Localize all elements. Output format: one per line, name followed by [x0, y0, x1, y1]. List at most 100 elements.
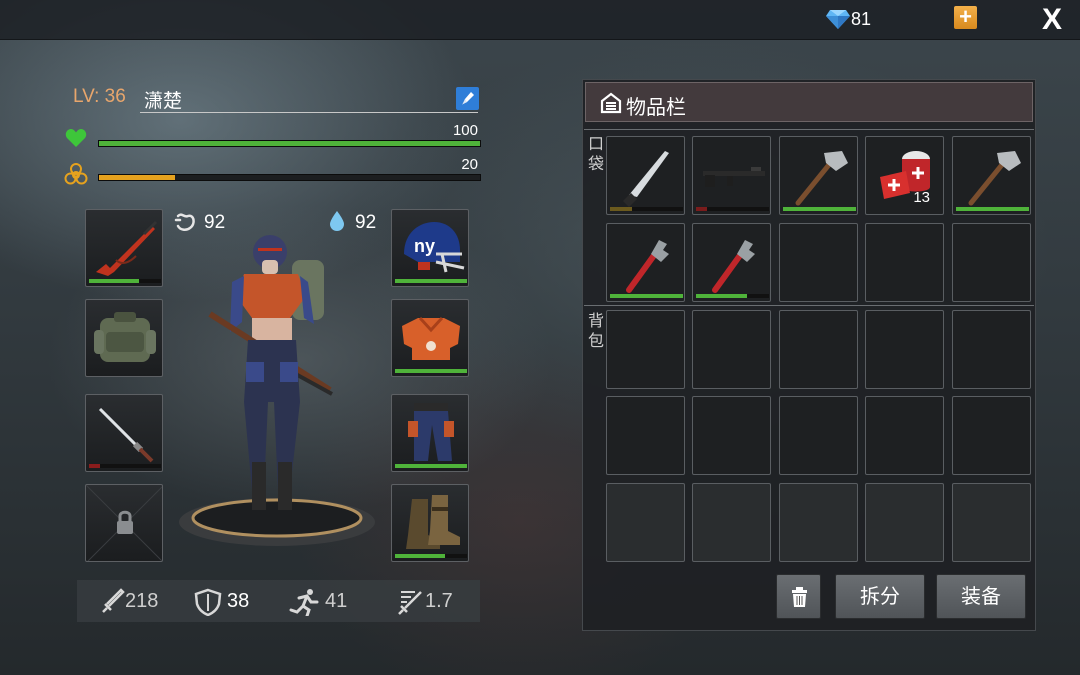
bandage-icon — [880, 151, 930, 199]
trash-icon — [792, 587, 807, 607]
speed-value: 41 — [325, 590, 348, 612]
stats-bar: 218 38 41 1.7 — [77, 580, 480, 622]
gem-icon — [826, 10, 850, 29]
inventory-title: 物品栏 — [626, 97, 686, 119]
inventory-slot[interactable] — [606, 136, 685, 215]
health-value: 100 — [452, 122, 478, 139]
pipe-wrench-icon — [626, 240, 669, 293]
inventory-slot[interactable] — [692, 223, 771, 302]
boots-icon — [406, 495, 460, 549]
backpack-label: 背包 — [587, 313, 604, 350]
durability-bar — [395, 279, 467, 283]
svg-text:ny: ny — [414, 236, 435, 256]
machete-icon — [623, 151, 669, 207]
inventory-slot[interactable] — [606, 223, 685, 302]
inventory-slot[interactable] — [692, 396, 771, 475]
durability-bar — [610, 294, 683, 298]
durability-bar — [395, 369, 467, 373]
backpack-icon — [94, 312, 156, 362]
edit-name-button[interactable] — [456, 87, 479, 110]
durability-bar — [610, 207, 683, 211]
chest-armor-icon — [402, 316, 460, 360]
equip-slot-backpack[interactable] — [85, 299, 163, 377]
equip-slot-locked — [85, 484, 163, 562]
defense-value: 38 — [227, 590, 250, 612]
inventory-slot[interactable] — [692, 483, 771, 562]
durability-bar — [783, 207, 856, 211]
pocket-label: 口袋 — [587, 136, 604, 173]
shield-icon — [194, 588, 222, 616]
inventory-slot[interactable] — [865, 396, 944, 475]
pants-icon — [408, 403, 454, 461]
heart-icon — [65, 129, 87, 147]
equip-button[interactable]: 装备 — [936, 574, 1026, 619]
item-quantity: 13 — [913, 189, 930, 206]
inventory-header: 物品栏 — [585, 82, 1033, 122]
divider — [584, 129, 1034, 130]
inventory-slot[interactable] — [779, 310, 858, 389]
inventory-slot[interactable] — [952, 223, 1031, 302]
health-bar — [98, 140, 481, 147]
inventory-slot[interactable] — [865, 483, 944, 562]
storage-icon — [600, 92, 622, 114]
inventory-slot[interactable] — [779, 396, 858, 475]
level-label: LV: 36 — [73, 86, 126, 107]
katana-icon — [98, 407, 154, 463]
durability-bar — [395, 554, 467, 558]
inventory-slot[interactable] — [692, 310, 771, 389]
top-bar: 81 + X — [0, 0, 1080, 40]
character-model — [179, 235, 375, 546]
durability-bar — [89, 279, 161, 283]
radiation-fill — [99, 175, 176, 180]
inventory-slot[interactable] — [865, 310, 944, 389]
inventory-slot[interactable]: 13 — [865, 136, 944, 215]
durability-bar — [395, 464, 467, 468]
durability-bar — [696, 207, 769, 211]
inventory-slot[interactable] — [606, 310, 685, 389]
equip-slot-helmet[interactable]: ny — [391, 209, 469, 287]
health-fill — [99, 141, 480, 146]
pencil-icon — [462, 92, 474, 105]
equip-slot-melee[interactable] — [85, 394, 163, 472]
biohazard-icon — [64, 163, 88, 185]
attack-speed-value: 1.7 — [425, 590, 453, 612]
attack-speed-icon — [398, 591, 422, 615]
inventory-slot[interactable] — [779, 136, 858, 215]
pipe-wrench-icon — [712, 240, 755, 293]
radiation-value: 20 — [461, 156, 478, 173]
close-button[interactable]: X — [1036, 4, 1068, 36]
equip-slot-chest[interactable] — [391, 299, 469, 377]
sword-icon — [102, 588, 125, 613]
inventory-slot[interactable] — [606, 483, 685, 562]
durability-bar — [89, 464, 161, 468]
running-icon — [289, 589, 319, 616]
gem-count: 81 — [851, 9, 872, 29]
split-button[interactable]: 拆分 — [835, 574, 925, 619]
rifle-icon — [703, 167, 765, 187]
inventory-slot[interactable] — [692, 136, 771, 215]
equip-slot-pants[interactable] — [391, 394, 469, 472]
stone-axe-icon — [968, 151, 1021, 206]
inventory-slot[interactable] — [779, 223, 858, 302]
name-field[interactable]: 潇楚 — [140, 84, 478, 113]
inventory-slot[interactable] — [779, 483, 858, 562]
helmet-icon: ny — [404, 222, 465, 273]
radiation-bar — [98, 174, 481, 181]
lock-icon — [86, 485, 162, 561]
delete-button[interactable] — [776, 574, 821, 619]
inventory-slot[interactable] — [865, 223, 944, 302]
divider — [584, 305, 1034, 306]
inventory-slot[interactable] — [606, 396, 685, 475]
inventory-slot[interactable] — [952, 310, 1031, 389]
durability-bar — [956, 207, 1029, 211]
equip-slot-weapon[interactable] — [85, 209, 163, 287]
equip-slot-boots[interactable] — [391, 484, 469, 562]
durability-bar — [696, 294, 769, 298]
player-name: 潇楚 — [144, 91, 183, 112]
add-gems-button[interactable]: + — [954, 6, 977, 29]
inventory-slot[interactable] — [952, 136, 1031, 215]
inventory-slot[interactable] — [952, 396, 1031, 475]
inventory-slot[interactable] — [952, 483, 1031, 562]
stone-axe-icon — [795, 151, 848, 206]
attack-value: 218 — [125, 590, 159, 612]
